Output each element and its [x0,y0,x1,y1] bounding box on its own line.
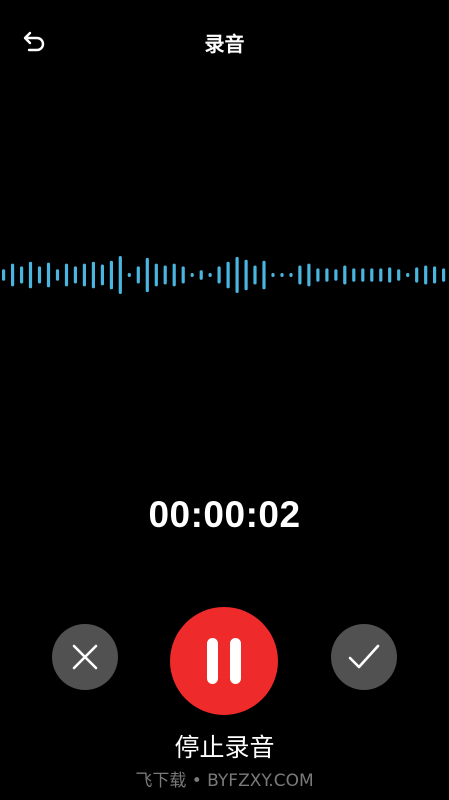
waveform-bar [379,268,383,282]
waveform-bar [199,270,203,280]
waveform-bar [190,273,194,277]
waveform-bar [388,267,392,283]
waveform-bar [316,268,320,282]
watermark: 飞下载 • BYFZXY.COM [135,771,314,791]
waveform-bar [442,268,446,282]
waveform-bar [46,262,51,288]
close-icon [72,644,98,670]
waveform-bar [262,260,266,290]
waveform-bar [244,259,248,291]
waveform-bar [136,266,140,284]
app-header: 录音 [0,0,449,82]
waveform-bar [325,268,329,282]
waveform-bar [154,263,158,287]
status-label: 停止录音 [174,733,275,762]
waveform-bar [289,273,293,277]
pause-button[interactable] [170,607,278,715]
audio-waveform [2,256,446,294]
pause-icon [207,638,241,684]
waveform-bar [118,256,122,294]
waveform-bar [343,265,347,285]
waveform-bar [280,273,284,277]
waveform-bar [37,266,42,284]
waveform-bar [145,257,149,293]
waveform-bar [127,273,131,277]
waveform-bar [271,273,275,277]
recording-timer: 00:00:02 [148,494,301,535]
waveform-bar [352,268,356,282]
waveform-bar [424,265,428,285]
waveform-bar [406,273,410,277]
waveform-bar [91,261,95,289]
waveform-bar [217,266,221,284]
waveform-bar [334,269,338,281]
waveform-bar [433,266,437,284]
waveform-bar [163,265,167,285]
waveform-bar [20,266,24,284]
waveform-bar [172,263,176,287]
waveform-bar [298,265,302,285]
cancel-button[interactable] [52,624,118,690]
waveform-bar [82,263,86,287]
waveform-bar [361,268,365,282]
waveform-bar [370,268,374,282]
confirm-button[interactable] [331,624,397,690]
waveform-bar [397,269,401,281]
waveform-bar [55,269,60,281]
waveform-bar [100,264,104,286]
page-title: 录音 [204,32,245,56]
waveform-bar [73,266,77,284]
waveform-bar [11,263,15,287]
waveform-bar [208,273,212,277]
waveform-bar [235,256,239,293]
waveform-bar [307,263,311,287]
check-icon [348,644,380,669]
waveform-bar [253,265,257,285]
waveform-bar [415,267,419,283]
waveform-bar [226,261,230,289]
waveform-bar [109,260,113,290]
waveform-bar [181,266,185,284]
waveform-bar [64,263,69,287]
waveform-bar [2,269,6,281]
waveform-bar [28,261,33,289]
